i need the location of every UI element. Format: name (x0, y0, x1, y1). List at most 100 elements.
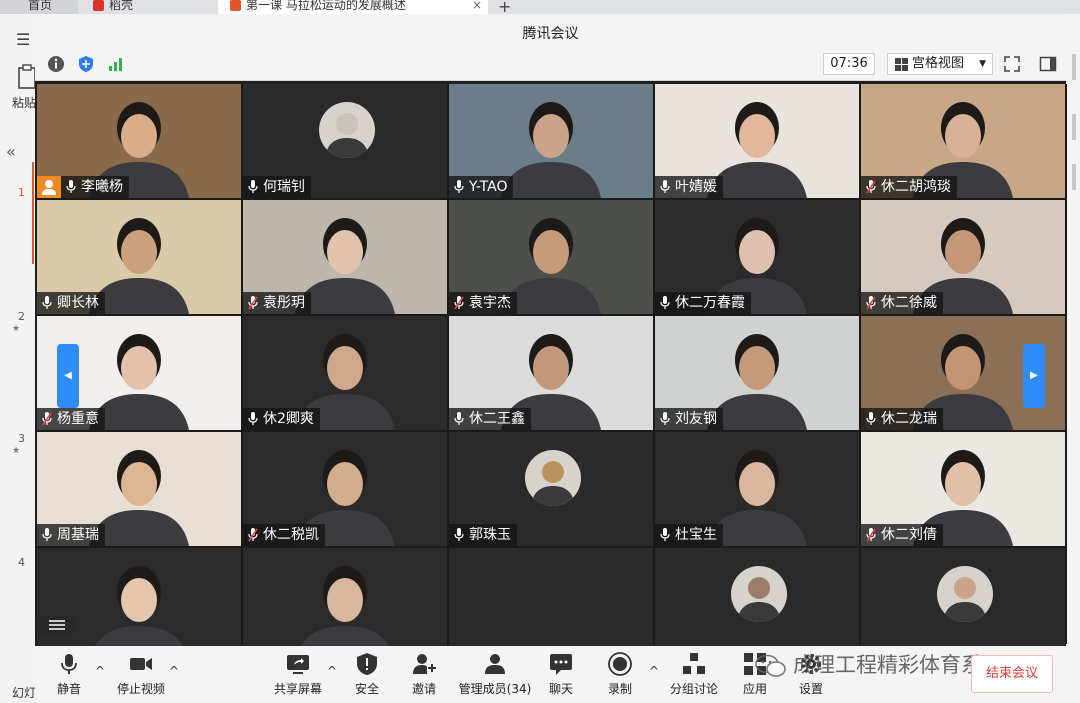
signal-strength-icon[interactable] (107, 55, 125, 73)
watermark-text: 成理工程精彩体育系 (793, 653, 982, 677)
participant-avatar (937, 566, 993, 622)
participant-name: 杜宝生 (675, 527, 717, 543)
close-icon[interactable]: × (472, 0, 482, 11)
participant-name: 何瑞钊 (263, 179, 305, 195)
participant-name: 周基瑞 (57, 527, 99, 543)
participant-name: 休2卿爽 (263, 411, 314, 427)
video-options-caret[interactable]: ^ (169, 664, 179, 678)
participant-tile[interactable]: 郭珠玉 (449, 432, 653, 546)
mic-muted-icon (866, 296, 876, 310)
audio-options-caret[interactable]: ^ (95, 664, 105, 678)
participant-tile[interactable]: 叶婧媛 (655, 84, 859, 198)
participant-name: 休二刘倩 (881, 527, 937, 543)
participant-tile[interactable]: 何瑞钊 (243, 84, 447, 198)
browser-tab-strip: 首页 稻壳 第一课 马拉松运动的发展概述 × + (0, 0, 1080, 16)
menu-icon[interactable]: ☰ (16, 30, 30, 49)
participant-tile[interactable]: 袁宇杰 (449, 200, 653, 314)
rail-button[interactable] (1072, 114, 1076, 140)
security-button[interactable]: 安全 (347, 652, 387, 702)
microphone-icon (61, 654, 77, 674)
mic-icon (248, 412, 258, 425)
tab-home[interactable]: 首页 (0, 0, 78, 14)
participant-tile[interactable]: 卿长林 (37, 200, 241, 314)
slide-number[interactable]: 4 (18, 556, 25, 569)
participant-tile[interactable]: 休二税凯 (243, 432, 447, 546)
rail-button[interactable] (1072, 164, 1076, 190)
participant-tile[interactable] (37, 548, 241, 662)
tab-lesson-ppt[interactable]: 第一课 马拉松运动的发展概述 × (218, 0, 488, 14)
participant-name-tag: 休二龙瑞 (861, 408, 943, 430)
participant-tile[interactable]: 袁彤玥 (243, 200, 447, 314)
end-meeting-button[interactable]: 结束会议 (971, 655, 1053, 693)
participant-tile[interactable]: Y-TAO (449, 84, 653, 198)
participant-tile[interactable]: 休二胡鸿琰 (861, 84, 1065, 198)
record-button[interactable]: 录制 (600, 652, 640, 702)
breakout-button[interactable]: 分组讨论 (667, 652, 721, 702)
grid-view-dropdown[interactable]: 宫格视图 ▼ (887, 53, 993, 75)
participant-video (243, 548, 447, 662)
participant-name: 休二税凯 (263, 527, 319, 543)
members-icon (485, 654, 505, 674)
rail-button[interactable] (1072, 54, 1076, 80)
participant-tile[interactable]: 周基瑞 (37, 432, 241, 546)
participant-tile[interactable]: 休二徐威 (861, 200, 1065, 314)
participant-name-tag: 休2卿爽 (243, 408, 320, 430)
participant-name: 李曦杨 (81, 179, 123, 195)
ppt-file-icon (230, 0, 241, 11)
participant-tile[interactable] (655, 548, 859, 662)
participant-tile[interactable] (243, 548, 447, 662)
mic-icon (866, 412, 876, 425)
window-title-bar: 腾讯会议 (35, 14, 1066, 48)
collapse-panel-icon[interactable]: « (6, 142, 16, 161)
tab-docer[interactable]: 稻壳 (85, 0, 205, 14)
chevron-down-icon: ▼ (979, 59, 986, 69)
invite-button[interactable]: 邀请 (404, 652, 444, 702)
slide-number[interactable]: 3 (18, 432, 25, 445)
mic-icon (42, 528, 52, 541)
slide-number[interactable]: 1 (18, 186, 25, 199)
video-grid: 李曦杨 何瑞钊 Y-TAO 叶婧媛 休二胡鸿琰卿长林 袁彤玥 袁宇杰 休二万春霞 休二徐威杨重意… (37, 84, 1067, 662)
participant-name: 休二龙瑞 (881, 411, 937, 427)
collapse-grid-handle[interactable] (39, 616, 75, 634)
fullscreen-icon[interactable] (1003, 55, 1021, 73)
participant-name-tag: 李曦杨 (61, 176, 129, 198)
mic-icon (248, 180, 258, 193)
slides-status-label: 幻灯 (12, 686, 37, 700)
mic-icon (454, 528, 464, 541)
participant-tile[interactable]: 刘友钢 (655, 316, 859, 430)
participant-tile[interactable]: 李曦杨 (37, 84, 241, 198)
participant-name-tag: 休二王鑫 (449, 408, 531, 430)
mic-icon (660, 528, 670, 541)
meeting-top-toolbar: 07:36 宫格视图 ▼ (35, 48, 1066, 81)
mic-icon (66, 180, 76, 193)
chat-button[interactable]: 聊天 (541, 652, 581, 702)
participant-tile[interactable]: 休二刘倩 (861, 432, 1065, 546)
participant-tile[interactable]: 休二王鑫 (449, 316, 653, 430)
sidebar-toggle-icon[interactable] (1039, 55, 1057, 73)
record-options-caret[interactable]: ^ (649, 664, 659, 678)
presentation-app-sidebar: ☰ 粘贴 « 1 2 ★ 3 ★ 4 幻灯 (0, 14, 38, 703)
participant-name-tag: 袁宇杰 (449, 292, 517, 314)
participant-tile[interactable] (449, 548, 653, 662)
participant-name: 休二胡鸿琰 (881, 179, 951, 195)
info-icon[interactable] (47, 55, 65, 73)
participant-tile[interactable] (861, 548, 1065, 662)
participant-name-tag: 杨重意 (37, 408, 105, 430)
stop-video-button[interactable]: 停止视频 (111, 652, 171, 702)
participant-name-tag: 杜宝生 (655, 524, 723, 546)
share-screen-icon (287, 655, 309, 674)
participant-tile[interactable]: 杜宝生 (655, 432, 859, 546)
mute-button[interactable]: 静音 (49, 652, 89, 702)
share-options-caret[interactable]: ^ (327, 664, 337, 678)
slide-number[interactable]: 2 (18, 310, 25, 323)
participant-name-tag: Y-TAO (449, 176, 514, 198)
mic-muted-icon (866, 180, 876, 194)
next-page-button[interactable]: ▶ (1023, 344, 1045, 408)
participant-tile[interactable]: 休2卿爽 (243, 316, 447, 430)
share-screen-button[interactable]: 共享屏幕 (273, 652, 323, 702)
shield-icon[interactable] (77, 55, 95, 73)
previous-page-button[interactable]: ◀ (57, 344, 79, 408)
mic-muted-icon (454, 296, 464, 310)
manage-members-button[interactable]: 管理成员(34) (455, 652, 535, 702)
participant-tile[interactable]: 休二万春霞 (655, 200, 859, 314)
